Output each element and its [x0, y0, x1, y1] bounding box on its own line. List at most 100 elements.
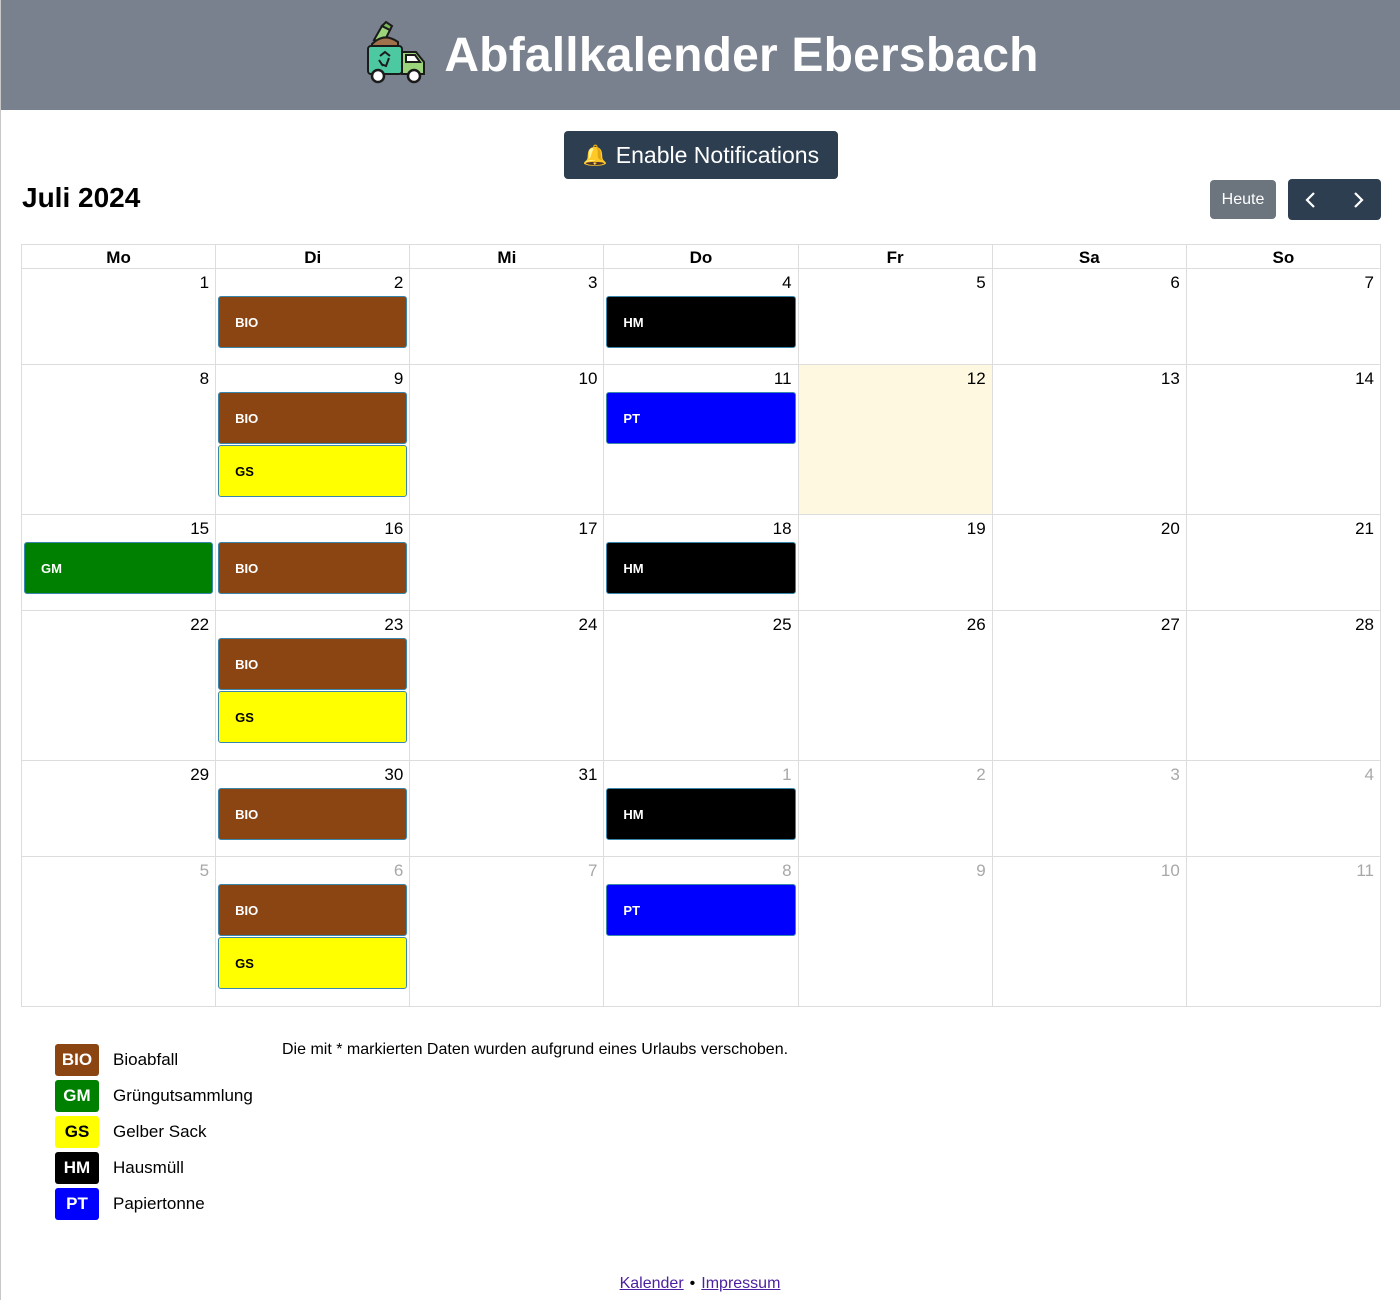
day-number[interactable]: 28 [1187, 611, 1380, 638]
calendar-day-cell[interactable]: 24 [409, 610, 605, 761]
calendar-day-cell[interactable]: 12 [797, 364, 993, 515]
calendar-day-cell[interactable]: 31 [409, 760, 605, 857]
collection-event-bio[interactable]: BIO [218, 296, 408, 348]
calendar-day-cell[interactable]: 4 [1185, 760, 1382, 857]
day-number[interactable]: 11 [604, 365, 797, 392]
day-number[interactable]: 20 [993, 515, 1186, 542]
previous-month-button[interactable] [1288, 179, 1335, 220]
calendar-day-cell[interactable]: 3 [409, 268, 605, 365]
calendar-day-cell[interactable]: 22 [20, 610, 217, 761]
calendar-day-cell[interactable]: 11 [1185, 856, 1382, 1007]
calendar-day-cell[interactable]: 23 BIO GS [215, 610, 411, 761]
calendar-day-cell[interactable]: 10 [991, 856, 1187, 1007]
day-number[interactable]: 31 [410, 761, 603, 788]
day-number[interactable]: 23 [216, 611, 409, 638]
calendar-day-cell[interactable]: 18 HM [603, 514, 799, 611]
calendar-day-cell[interactable]: 28 [1185, 610, 1382, 761]
calendar-day-cell[interactable]: 19 [797, 514, 993, 611]
calendar-day-cell[interactable]: 13 [991, 364, 1187, 515]
day-number[interactable]: 9 [799, 857, 992, 884]
calendar-day-cell[interactable]: 20 [991, 514, 1187, 611]
footer-link-imprint[interactable]: Impressum [701, 1275, 780, 1292]
day-number[interactable]: 21 [1187, 515, 1380, 542]
day-number[interactable]: 4 [1187, 761, 1380, 788]
day-number[interactable]: 14 [1187, 365, 1380, 392]
day-number[interactable]: 6 [993, 269, 1186, 296]
day-number[interactable]: 5 [799, 269, 992, 296]
calendar-day-cell[interactable]: 5 [20, 856, 217, 1007]
collection-event-hm[interactable]: HM [606, 296, 796, 348]
collection-event-pt[interactable]: PT [606, 884, 796, 936]
calendar-day-cell[interactable]: 10 [409, 364, 605, 515]
calendar-day-cell[interactable]: 25 [603, 610, 799, 761]
next-month-button[interactable] [1335, 179, 1382, 220]
today-button[interactable]: Heute [1210, 180, 1276, 219]
day-number[interactable]: 8 [604, 857, 797, 884]
collection-event-bio[interactable]: BIO [218, 392, 408, 444]
calendar-day-cell[interactable]: 8 PT [603, 856, 799, 1007]
calendar-day-cell[interactable]: 7 [1185, 268, 1382, 365]
day-number[interactable]: 1 [22, 269, 215, 296]
day-number[interactable]: 29 [22, 761, 215, 788]
day-number[interactable]: 1 [604, 761, 797, 788]
calendar-day-cell[interactable]: 4 HM [603, 268, 799, 365]
enable-notifications-button[interactable]: 🔔 Enable Notifications [564, 131, 838, 179]
calendar-day-cell[interactable]: 29 [20, 760, 217, 857]
day-number[interactable]: 10 [410, 365, 603, 392]
collection-event-bio[interactable]: BIO [218, 542, 408, 594]
calendar-day-cell[interactable]: 5 [797, 268, 993, 365]
calendar-day-cell[interactable]: 2 BIO [215, 268, 411, 365]
calendar-day-cell[interactable]: 27 [991, 610, 1187, 761]
calendar-day-cell[interactable]: 7 [409, 856, 605, 1007]
day-number[interactable]: 3 [993, 761, 1186, 788]
day-number[interactable]: 19 [799, 515, 992, 542]
calendar-day-cell[interactable]: 15 GM [20, 514, 217, 611]
day-number[interactable]: 7 [410, 857, 603, 884]
day-number[interactable]: 27 [993, 611, 1186, 638]
day-number[interactable]: 13 [993, 365, 1186, 392]
collection-event-bio[interactable]: BIO [218, 884, 408, 936]
collection-event-hm[interactable]: HM [606, 788, 796, 840]
calendar-day-cell[interactable]: 2 [797, 760, 993, 857]
calendar-day-cell[interactable]: 3 [991, 760, 1187, 857]
collection-event-bio[interactable]: BIO [218, 788, 408, 840]
day-number[interactable]: 10 [993, 857, 1186, 884]
day-number[interactable]: 11 [1187, 857, 1380, 884]
collection-event-gs[interactable]: GS [218, 691, 408, 743]
day-number[interactable]: 16 [216, 515, 409, 542]
calendar-day-cell[interactable]: 26 [797, 610, 993, 761]
day-number[interactable]: 15 [22, 515, 215, 542]
collection-event-bio[interactable]: BIO [218, 638, 408, 690]
collection-event-gm[interactable]: GM [24, 542, 214, 594]
calendar-day-cell[interactable]: 11 PT [603, 364, 799, 515]
day-number[interactable]: 2 [799, 761, 992, 788]
calendar-day-cell[interactable]: 1 HM [603, 760, 799, 857]
day-number[interactable]: 30 [216, 761, 409, 788]
day-number[interactable]: 12 [799, 365, 992, 392]
footer-link-calendar[interactable]: Kalender [620, 1275, 684, 1292]
collection-event-pt[interactable]: PT [606, 392, 796, 444]
day-number[interactable]: 26 [799, 611, 992, 638]
day-number[interactable]: 7 [1187, 269, 1380, 296]
day-number[interactable]: 4 [604, 269, 797, 296]
day-number[interactable]: 25 [604, 611, 797, 638]
calendar-day-cell[interactable]: 1 [20, 268, 217, 365]
day-number[interactable]: 2 [216, 269, 409, 296]
calendar-day-cell[interactable]: 14 [1185, 364, 1382, 515]
day-number[interactable]: 3 [410, 269, 603, 296]
day-number[interactable]: 24 [410, 611, 603, 638]
day-number[interactable]: 22 [22, 611, 215, 638]
day-number[interactable]: 9 [216, 365, 409, 392]
calendar-day-cell[interactable]: 30 BIO [215, 760, 411, 857]
day-number[interactable]: 6 [216, 857, 409, 884]
collection-event-gs[interactable]: GS [218, 445, 408, 497]
calendar-day-cell[interactable]: 6 [991, 268, 1187, 365]
calendar-day-cell[interactable]: 9 BIO GS [215, 364, 411, 515]
calendar-day-cell[interactable]: 8 [20, 364, 217, 515]
collection-event-gs[interactable]: GS [218, 937, 408, 989]
calendar-day-cell[interactable]: 21 [1185, 514, 1382, 611]
calendar-day-cell[interactable]: 17 [409, 514, 605, 611]
day-number[interactable]: 17 [410, 515, 603, 542]
calendar-day-cell[interactable]: 9 [797, 856, 993, 1007]
day-number[interactable]: 8 [22, 365, 215, 392]
